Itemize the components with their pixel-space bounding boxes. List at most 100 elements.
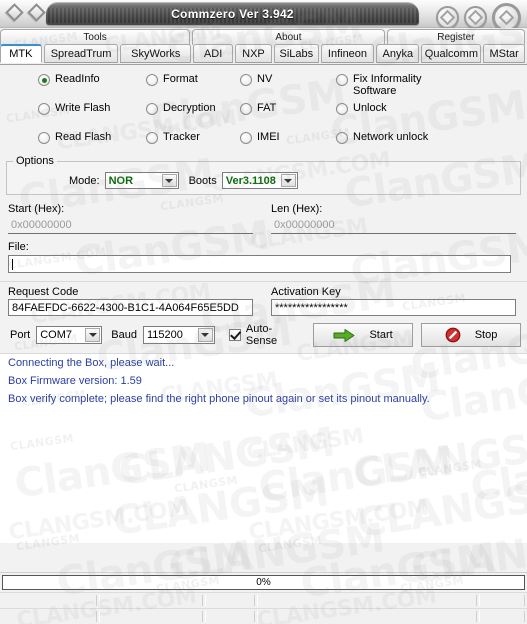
port-select-value: COM7 xyxy=(40,329,72,341)
options-section: Options Mode: NOR Boots Ver3.1108 xyxy=(0,147,527,195)
tab-qualcomm[interactable]: Qualcomm xyxy=(421,44,482,63)
radio-fix-informality-software[interactable]: Fix Informality Software xyxy=(336,73,476,97)
boots-select-value: Ver3.1108 xyxy=(225,174,276,187)
radio-write-flash[interactable]: Write Flash xyxy=(38,102,146,124)
activation-key-input[interactable]: ***************** xyxy=(271,299,516,316)
boots-select[interactable]: Ver3.1108 xyxy=(221,172,298,189)
radio-write-flash-indicator xyxy=(38,103,50,115)
radio-fix-informality-software-label: Fix Informality Software xyxy=(353,73,422,97)
status-bar-bottom xyxy=(0,608,527,624)
auto-sense-label: Auto-Sense xyxy=(245,323,278,347)
mode-select[interactable]: NOR xyxy=(104,172,179,189)
radio-tracker-label: Tracker xyxy=(163,131,200,143)
radio-write-flash-label: Write Flash xyxy=(55,102,111,114)
title-bar: Commzero Ver 3.942 xyxy=(0,0,527,32)
green-arrow-icon xyxy=(333,328,355,343)
progress-bar-label: 0% xyxy=(256,577,271,588)
radio-readinfo-indicator xyxy=(38,74,50,86)
radio-fat-indicator xyxy=(240,103,252,115)
radio-fat[interactable]: FAT xyxy=(240,102,336,124)
tab-group-register[interactable]: Register xyxy=(386,29,525,45)
start-button[interactable]: Start xyxy=(313,323,414,347)
auto-sense-checkbox-indicator xyxy=(228,329,241,341)
file-input[interactable] xyxy=(8,255,511,273)
radio-format[interactable]: Format xyxy=(146,73,240,95)
baud-select-chevron-down-icon[interactable] xyxy=(197,328,213,342)
tab-nxp[interactable]: NXP xyxy=(235,44,272,63)
tab-mstar[interactable]: MStar xyxy=(483,44,526,63)
radio-network-unlock-label: Network unlock xyxy=(353,131,429,143)
progress-bar: 0% xyxy=(2,575,525,590)
tab-spreadtrum[interactable]: SpreadTrum xyxy=(43,44,119,63)
tab-item-row: MTK SpreadTrum SkyWorks ADI NXP SiLabs I… xyxy=(0,44,527,63)
radio-format-label: Format xyxy=(163,73,198,85)
tab-silabs[interactable]: SiLabs xyxy=(273,44,319,63)
tab-skyworks[interactable]: SkyWorks xyxy=(120,44,192,63)
radio-format-indicator xyxy=(146,74,158,86)
diamond-left-1-icon xyxy=(5,3,24,22)
start-hex-label: Start (Hex): xyxy=(8,203,65,215)
request-code-label: Request Code xyxy=(8,286,79,298)
radio-nv-label: NV xyxy=(257,73,273,85)
radio-unlock-label: Unlock xyxy=(353,102,387,114)
maximize-button[interactable] xyxy=(464,6,487,29)
radio-unlock-indicator xyxy=(336,103,348,115)
bottom-bars: 0% xyxy=(0,572,527,624)
baud-label: Baud xyxy=(111,329,137,341)
log-output[interactable]: Connecting the Box, please wait... Box F… xyxy=(0,354,527,543)
stop-button[interactable]: Stop xyxy=(421,323,521,347)
mode-select-chevron-down-icon[interactable] xyxy=(161,174,177,187)
minimize-button[interactable] xyxy=(436,6,459,29)
port-label: Port xyxy=(10,329,31,341)
diamond-left-2-icon xyxy=(27,3,46,22)
tab-infineon[interactable]: Infineon xyxy=(320,44,375,63)
log-line: Connecting the Box, please wait... xyxy=(8,357,175,369)
boots-label: Boots xyxy=(188,174,217,187)
radio-decryption-label: Decryption xyxy=(163,102,216,114)
port-select[interactable]: COM7 xyxy=(36,326,103,344)
options-groupbox: Options Mode: NOR Boots Ver3.1108 xyxy=(6,155,521,195)
radio-nv[interactable]: NV xyxy=(240,73,336,95)
radio-imei-label: IMEI xyxy=(257,131,280,143)
tab-anyka[interactable]: Anyka xyxy=(376,44,420,63)
port-select-chevron-down-icon[interactable] xyxy=(85,328,101,342)
stop-button-label: Stop xyxy=(474,329,498,341)
radio-readinfo-label: ReadInfo xyxy=(55,73,100,85)
log-line: Box verify complete; please find the rig… xyxy=(8,393,430,405)
connection-toolbar: Port COM7 Baud 115200 Auto-Sense Start S… xyxy=(0,316,527,353)
mode-label: Mode: xyxy=(69,174,100,187)
status-bar-top xyxy=(0,592,527,608)
baud-select[interactable]: 115200 xyxy=(142,326,215,344)
window-title: Commzero Ver 3.942 xyxy=(171,6,294,21)
tab-group-row: Tools About Register xyxy=(0,29,527,45)
boots-select-chevron-down-icon[interactable] xyxy=(280,174,296,187)
tab-mtk[interactable]: MTK xyxy=(0,44,42,63)
start-button-label: Start xyxy=(369,329,393,341)
len-hex-input[interactable]: 0x00000000 xyxy=(271,217,516,234)
radio-fix-informality-software-indicator xyxy=(336,74,348,86)
start-hex-input[interactable]: 0x00000000 xyxy=(8,217,253,234)
radio-imei-indicator xyxy=(240,132,252,144)
radio-decryption-indicator xyxy=(146,103,158,115)
radio-decryption[interactable]: Decryption xyxy=(146,102,240,124)
address-section: Start (Hex): 0x00000000 Len (Hex): 0x000… xyxy=(0,195,527,273)
tab-adi[interactable]: ADI xyxy=(193,44,234,63)
radio-readinfo[interactable]: ReadInfo xyxy=(38,73,146,95)
title-bar-left-decor xyxy=(5,3,46,22)
activation-key-label: Activation Key xyxy=(271,286,341,298)
mode-select-value: NOR xyxy=(108,174,134,187)
tab-bar: Tools About Register MTK SpreadTrum SkyW… xyxy=(0,28,527,65)
tab-group-about[interactable]: About xyxy=(192,29,385,45)
request-code-input[interactable]: 84FAEFDC-6622-4300-B1C1-4A064F65E5DD xyxy=(8,299,253,316)
baud-select-value: 115200 xyxy=(146,329,183,341)
tab-group-tools[interactable]: Tools xyxy=(0,29,191,45)
len-hex-label: Len (Hex): xyxy=(271,203,323,215)
radio-unlock[interactable]: Unlock xyxy=(336,102,476,124)
radio-nv-indicator xyxy=(240,74,252,86)
stop-sign-icon xyxy=(445,327,461,343)
radio-network-unlock-indicator xyxy=(336,132,348,144)
radio-read-flash-label: Read Flash xyxy=(55,131,112,143)
auto-sense-checkbox[interactable]: Auto-Sense xyxy=(228,323,301,347)
file-label: File: xyxy=(8,241,29,253)
log-line: Box Firmware version: 1.59 xyxy=(8,375,142,387)
